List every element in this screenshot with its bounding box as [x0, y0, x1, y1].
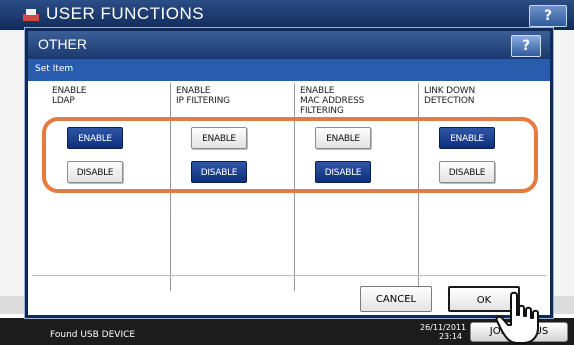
status-datetime: 26/11/2011 23:14	[420, 323, 467, 341]
dialog-header: OTHER ?	[28, 31, 550, 59]
column-label-ip-filtering: ENABLE IP FILTERING	[176, 86, 286, 106]
dialog-help-button[interactable]: ?	[511, 35, 541, 57]
options-highlight-outline	[42, 117, 538, 193]
label-line: MAC ADDRESS	[300, 96, 365, 106]
hand-pointer-icon	[495, 291, 539, 344]
status-date: 26/11/2011	[420, 323, 467, 332]
label-line: LDAP	[52, 96, 75, 106]
column-label-ldap: ENABLE LDAP	[52, 86, 162, 106]
set-item-bar: Set Item	[28, 59, 550, 81]
status-message: Found USB DEVICE	[50, 330, 136, 340]
status-time: 23:14	[438, 332, 462, 341]
app-help-button[interactable]: ?	[529, 5, 567, 27]
cancel-button[interactable]: CANCEL	[360, 286, 432, 312]
label-line: ENABLE	[300, 86, 335, 96]
column-label-mac-filtering: ENABLE MAC ADDRESS FILTERING	[300, 86, 410, 116]
dialog-title: OTHER	[38, 36, 87, 52]
label-line: IP FILTERING	[176, 96, 230, 106]
label-line: ENABLE	[176, 86, 211, 96]
label-line: FILTERING	[300, 106, 344, 116]
column-label-link-down: LINK DOWN DETECTION	[424, 86, 534, 106]
app-title: USER FUNCTIONS	[46, 4, 205, 23]
label-line: LINK DOWN	[424, 86, 476, 96]
label-line: ENABLE	[52, 86, 87, 96]
label-line: DETECTION	[424, 96, 475, 106]
footer-divider	[32, 275, 546, 276]
other-dialog: OTHER ? Set Item ENABLE LDAP ENABLE IP F…	[25, 28, 553, 318]
printer-logo-icon	[23, 9, 39, 21]
set-item-label: Set Item	[35, 64, 74, 74]
